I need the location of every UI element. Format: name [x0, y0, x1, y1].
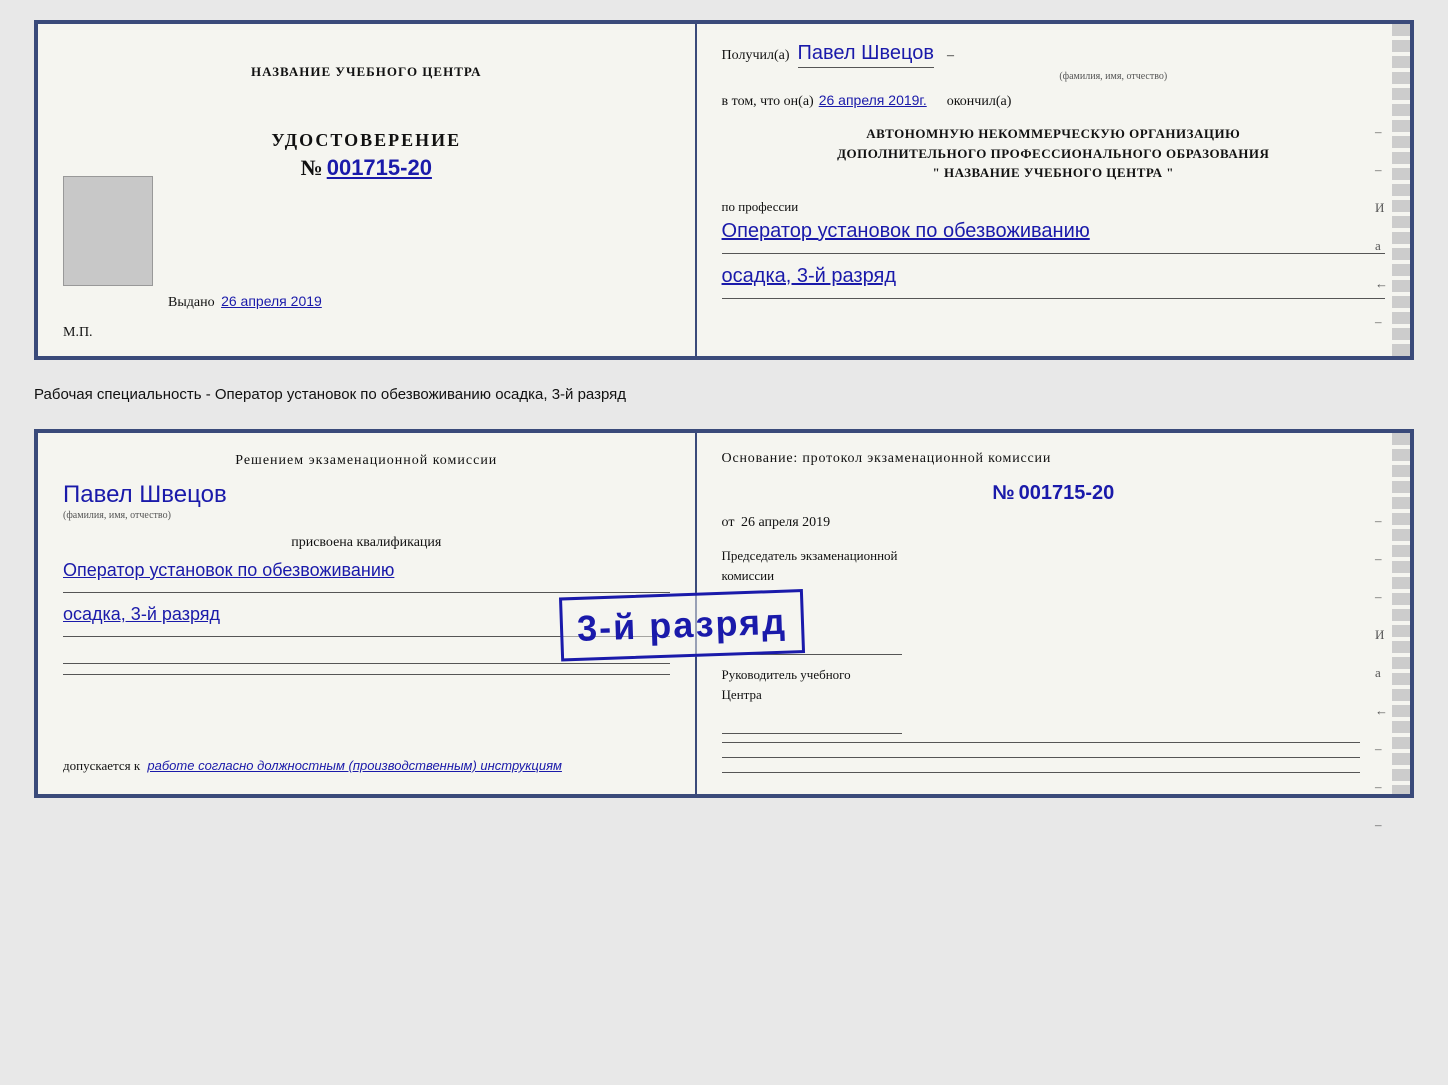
doc1-issued-date: 26 апреля 2019	[221, 293, 322, 309]
doc2-leader-line2: Центра	[722, 685, 1385, 705]
document-2: Решением экзаменационной комиссии Павел …	[34, 429, 1414, 798]
line1	[63, 663, 670, 664]
bdash2	[722, 757, 1360, 758]
doc1-photo-placeholder	[63, 176, 153, 286]
page-container: НАЗВАНИЕ УЧЕБНОГО ЦЕНТРА УДОСТОВЕРЕНИЕ №…	[34, 20, 1414, 798]
doc2-stamp: 3-й разряд	[559, 589, 805, 661]
doc1-separator	[722, 253, 1385, 254]
doc1-dash1: –	[947, 48, 954, 64]
doc1-separator2	[722, 298, 1385, 299]
between-text: Рабочая специальность - Оператор установ…	[34, 378, 1414, 411]
doc1-in-that-date: 26 апреля 2019г.	[819, 92, 927, 108]
doc1-org-line2: ДОПОЛНИТЕЛЬНОГО ПРОФЕССИОНАЛЬНОГО ОБРАЗО…	[722, 144, 1385, 164]
doc1-center-title: НАЗВАНИЕ УЧЕБНОГО ЦЕНТРА	[251, 64, 482, 80]
doc2-leader-sign-line	[722, 709, 902, 734]
doc2-fio-label: (фамилия, имя, отчество)	[63, 510, 171, 521]
doc2-leader-line1: Руководитель учебного	[722, 665, 1385, 685]
doc1-org-line1: АВТОНОМНУЮ НЕКОММЕРЧЕСКУЮ ОРГАНИЗАЦИЮ	[722, 124, 1385, 144]
doc1-left-panel: НАЗВАНИЕ УЧЕБНОГО ЦЕНТРА УДОСТОВЕРЕНИЕ №…	[38, 24, 697, 356]
doc1-mp-label: М.П.	[63, 325, 93, 341]
doc2-date: 26 апреля 2019	[741, 515, 830, 530]
doc2-protocol-number: 001715-20	[1019, 482, 1115, 504]
doc2-leader-text: Руководитель учебного Центра	[722, 665, 1385, 704]
doc2-date-line: от 26 апреля 2019	[722, 515, 1385, 531]
doc1-number-prefix: №	[301, 155, 323, 181]
doc2-right-dash6: –	[1375, 817, 1388, 833]
doc1-right-dash2: –	[1375, 162, 1388, 178]
doc2-allowed-container: допускается к работе согласно должностны…	[63, 758, 562, 774]
doc1-right-panel: Получил(а) Павел Швецов – (фамилия, имя,…	[697, 24, 1410, 356]
doc1-fio-label: (фамилия, имя, отчество)	[842, 71, 1385, 82]
doc2-right-dash5: –	[1375, 779, 1388, 795]
doc2-qualification-line1: Оператор установок по обезвоживанию	[63, 557, 394, 584]
doc2-allowed-text: работе согласно должностным (производств…	[147, 758, 562, 773]
doc2-assigned-text: присвоена квалификация	[63, 535, 670, 551]
doc1-profession-line1: Оператор установок по обезвоживанию	[722, 217, 1385, 245]
doc1-profession-line2: осадка, 3-й разряд	[722, 262, 1385, 290]
doc2-right-dash4: –	[1375, 741, 1388, 757]
doc1-right-letter-i: И	[1375, 200, 1388, 216]
doc2-qualification-line2: осадка, 3-й разряд	[63, 601, 220, 628]
doc1-received-prefix: Получил(а)	[722, 48, 790, 64]
doc1-org-text: АВТОНОМНУЮ НЕКОММЕРЧЕСКУЮ ОРГАНИЗАЦИЮ ДО…	[722, 124, 1385, 183]
doc2-number-prefix: №	[992, 482, 1014, 504]
doc2-right-letter-a: а	[1375, 665, 1388, 681]
doc1-in-that-line: в том, что он(а) 26 апреля 2019г. окончи…	[722, 92, 1385, 110]
doc2-decision-text: Решением экзаменационной комиссии	[63, 453, 670, 469]
doc2-right-dash2: –	[1375, 551, 1388, 567]
doc2-number-line: № 001715-20	[722, 482, 1385, 505]
doc1-profession-label: по профессии	[722, 199, 1385, 215]
bdash1	[722, 742, 1360, 743]
doc1-right-letter-a: а	[1375, 238, 1388, 254]
doc2-chairman-line1: Председатель экзаменационной	[722, 546, 1385, 566]
doc1-cert-number: 001715-20	[327, 155, 432, 181]
doc1-cert-title: УДОСТОВЕРЕНИЕ	[271, 130, 461, 151]
doc1-right-arrow: ←	[1375, 276, 1388, 292]
bdash3	[722, 772, 1360, 773]
doc1-received-name: Павел Швецов	[798, 42, 934, 68]
doc2-stamp-text: 3-й разряд	[576, 600, 787, 649]
doc2-chairman-line2: комиссии	[722, 566, 1385, 586]
doc2-right-dash3: –	[1375, 589, 1388, 605]
doc2-person-name: Павел Швецов	[63, 481, 227, 509]
doc2-allowed-prefix: допускается к	[63, 758, 140, 773]
document-1: НАЗВАНИЕ УЧЕБНОГО ЦЕНТРА УДОСТОВЕРЕНИЕ №…	[34, 20, 1414, 360]
doc2-right-dash1: –	[1375, 513, 1388, 529]
doc1-right-dash3: –	[1375, 314, 1388, 330]
doc1-org-line3: " НАЗВАНИЕ УЧЕБНОГО ЦЕНТРА "	[722, 163, 1385, 183]
doc2-qual-separator1	[63, 592, 670, 593]
doc1-issued-label: Выдано	[168, 295, 215, 310]
doc1-right-dash1: –	[1375, 124, 1388, 140]
line2	[63, 674, 670, 675]
doc1-finished-label: окончил(а)	[947, 94, 1012, 110]
doc1-issued-line: Выдано 26 апреля 2019	[168, 293, 322, 311]
doc2-bottom-dashes	[722, 739, 1385, 776]
doc2-basis-text: Основание: протокол экзаменационной коми…	[722, 451, 1385, 467]
doc2-date-prefix: от	[722, 515, 735, 530]
doc2-right-letter-i: И	[1375, 627, 1388, 643]
doc2-chairman-text: Председатель экзаменационной комиссии	[722, 546, 1385, 585]
doc1-in-that-prefix: в том, что он(а)	[722, 94, 814, 110]
doc2-right-arrow: ←	[1375, 703, 1388, 719]
